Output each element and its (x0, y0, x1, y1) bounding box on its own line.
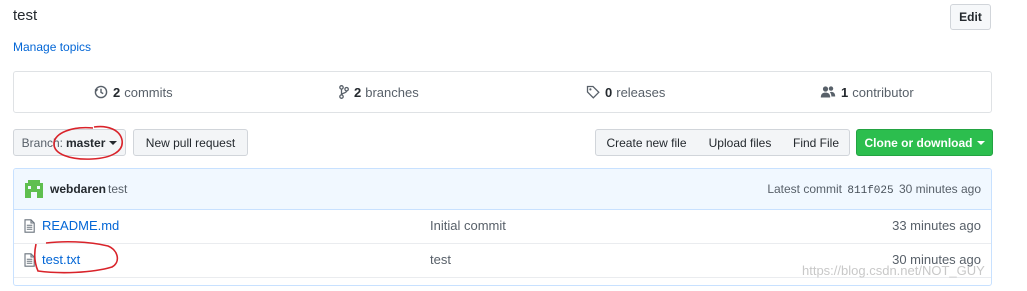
people-icon (820, 85, 836, 99)
branch-select-value: master (66, 135, 106, 150)
latest-commit-bar: webdaren test Latest commit 811f025 30 m… (14, 169, 991, 210)
new-pull-request-button[interactable]: New pull request (133, 129, 248, 156)
commit-author-link[interactable]: webdaren (50, 182, 106, 196)
upload-files-button[interactable]: Upload files (697, 129, 784, 156)
commits-link[interactable]: 2 commits (94, 72, 173, 112)
edit-description-button[interactable]: Edit (950, 4, 991, 30)
commit-message-link[interactable]: test (108, 182, 127, 196)
commits-label: commits (124, 84, 173, 100)
branches-label: branches (365, 84, 419, 100)
caret-down-icon (976, 141, 985, 145)
contributors-link[interactable]: 1 contributor (820, 72, 914, 112)
manage-topics-link[interactable]: Manage topics (13, 40, 91, 54)
file-commit-age: 33 minutes ago (892, 218, 981, 233)
create-new-file-button[interactable]: Create new file (595, 129, 698, 156)
commits-count: 2 (113, 84, 121, 100)
file-text-icon (24, 219, 35, 238)
latest-commit-age: 30 minutes ago (898, 182, 981, 196)
caret-down-icon (109, 141, 118, 145)
latest-commit-info: Latest commit 811f025 30 minutes ago (767, 182, 981, 197)
clone-or-download-label: Clone or download (864, 135, 973, 150)
commit-sha-link[interactable]: 811f025 (847, 185, 893, 197)
contributors-label: contributor (852, 84, 914, 100)
releases-count: 0 (605, 84, 613, 100)
table-row: README.md Initial commit 33 minutes ago (14, 210, 991, 244)
file-name-link[interactable]: test.txt (42, 252, 80, 267)
contributors-count: 1 (841, 84, 849, 100)
branches-link[interactable]: 2 branches (339, 72, 419, 112)
latest-commit-prefix: Latest commit (767, 182, 843, 196)
tag-icon (586, 85, 600, 99)
file-commit-message-link[interactable]: test (430, 252, 451, 267)
history-icon (94, 85, 108, 99)
repo-summary-bar: 2 commits 2 branches 0 releases 1 contri… (13, 71, 992, 113)
watermark-text: https://blog.csdn.net/NOT_GUY (802, 263, 985, 278)
find-file-button[interactable]: Find File (783, 129, 850, 156)
git-branch-icon (339, 85, 349, 99)
branches-count: 2 (354, 84, 362, 100)
releases-label: releases (616, 84, 666, 100)
file-name-link[interactable]: README.md (42, 218, 119, 233)
branch-select-label: Branch: (21, 135, 63, 150)
avatar[interactable] (25, 180, 43, 198)
file-commit-message-link[interactable]: Initial commit (430, 218, 506, 233)
file-text-icon (24, 253, 35, 272)
clone-or-download-button[interactable]: Clone or download (856, 129, 993, 156)
releases-link[interactable]: 0 releases (586, 72, 665, 112)
repo-description: test (13, 7, 38, 24)
branch-select-button[interactable]: Branch: master (13, 129, 126, 156)
